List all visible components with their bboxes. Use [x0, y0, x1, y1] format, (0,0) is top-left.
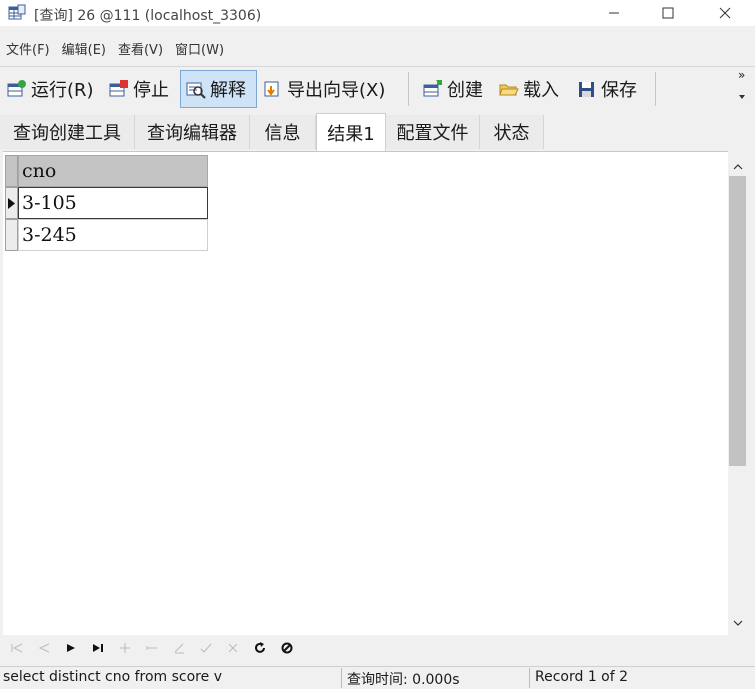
- record-navigator: [3, 636, 728, 660]
- scroll-down-button[interactable]: [728, 612, 747, 634]
- create-button[interactable]: 创建: [418, 70, 492, 108]
- query-window-icon: [8, 4, 26, 22]
- menu-edit[interactable]: 编辑(E): [56, 39, 112, 58]
- menu-file[interactable]: 文件(F): [0, 39, 56, 58]
- tab-label: 信息: [264, 123, 301, 144]
- stop-fetch-button[interactable]: [273, 636, 300, 660]
- toolbar: 运行(R) 停止 解释 导出向导(X) 创建 载入 保存: [0, 70, 755, 110]
- menu-view[interactable]: 查看(V): [112, 39, 169, 58]
- stop-icon: [109, 80, 128, 97]
- save-icon: [579, 82, 594, 97]
- close-button[interactable]: [702, 0, 748, 26]
- row-indicator[interactable]: [5, 219, 18, 251]
- status-sql: select distinct cno from score v: [3, 669, 222, 685]
- minus-icon: [146, 646, 157, 650]
- menu-bar: 文件(F) 编辑(E) 查看(V) 窗口(W): [0, 34, 755, 62]
- grid-corner: [5, 155, 18, 187]
- status-bar: select distinct cno from score v 查询时间: 0…: [0, 666, 755, 688]
- refresh-button[interactable]: [246, 636, 273, 660]
- explain-label: 解释: [210, 80, 246, 101]
- menu-window[interactable]: 窗口(W): [169, 39, 230, 58]
- next-record-icon: [66, 644, 75, 652]
- stop-circle-icon: [281, 642, 292, 654]
- load-button[interactable]: 载入: [494, 70, 568, 108]
- tab-profile[interactable]: 配置文件: [386, 115, 480, 149]
- minimize-button[interactable]: [591, 0, 637, 26]
- tab-label: 结果1: [327, 123, 375, 145]
- prior-record-icon: [38, 643, 49, 653]
- tab-result-1[interactable]: 结果1: [316, 113, 386, 151]
- check-icon: [200, 643, 211, 653]
- chevron-down-icon: [739, 95, 745, 99]
- last-record-button[interactable]: [84, 636, 111, 660]
- export-icon: [264, 81, 279, 97]
- prior-record-button[interactable]: [30, 636, 57, 660]
- run-label: 运行(R): [31, 80, 94, 101]
- window-title: [查询] 26 @111 (localhost_3306): [34, 8, 262, 24]
- run-button[interactable]: 运行(R): [2, 70, 100, 108]
- tab-label: 配置文件: [396, 123, 469, 144]
- menu-separator: [0, 66, 755, 67]
- next-record-button[interactable]: [57, 636, 84, 660]
- maximize-button[interactable]: [645, 0, 691, 26]
- delete-record-button[interactable]: [138, 636, 165, 660]
- cross-icon: [228, 643, 237, 653]
- plus-icon: [119, 643, 130, 653]
- create-label: 创建: [447, 80, 483, 101]
- first-record-button[interactable]: [3, 636, 30, 660]
- status-record: Record 1 of 2: [535, 669, 629, 685]
- grid-cell[interactable]: 3-245: [18, 219, 208, 251]
- row-indicator[interactable]: [5, 187, 18, 219]
- refresh-icon: [254, 642, 265, 653]
- create-icon: [423, 80, 442, 97]
- grid-cell[interactable]: 3-105: [18, 187, 208, 219]
- overflow-label: »: [738, 68, 746, 82]
- explain-button[interactable]: 解释: [180, 70, 257, 108]
- tab-query-editor[interactable]: 查询编辑器: [135, 115, 250, 149]
- close-icon: [719, 7, 731, 19]
- current-row-arrow-icon: [8, 198, 15, 209]
- toolbar-overflow-button[interactable]: »: [738, 68, 746, 103]
- status-divider: [341, 668, 342, 688]
- run-icon: [7, 80, 26, 97]
- save-button[interactable]: 保存: [572, 70, 648, 108]
- edit-icon: [174, 643, 184, 654]
- scroll-up-button[interactable]: [728, 156, 747, 178]
- vertical-scrollbar[interactable]: [728, 152, 747, 634]
- apply-button[interactable]: [192, 636, 219, 660]
- tab-label: 状态: [493, 123, 530, 144]
- chevron-down-icon: [733, 620, 742, 626]
- save-label: 保存: [601, 80, 637, 101]
- tab-query-builder[interactable]: 查询创建工具: [0, 115, 135, 149]
- status-divider: [529, 668, 530, 688]
- toolbar-divider: [408, 72, 409, 106]
- chevron-up-icon: [733, 164, 742, 170]
- tab-label: 查询编辑器: [147, 123, 237, 144]
- scroll-thumb[interactable]: [729, 176, 746, 466]
- load-label: 载入: [523, 80, 559, 101]
- tab-bar: 查询创建工具 查询编辑器 信息 结果1 配置文件 状态: [0, 113, 755, 151]
- maximize-icon: [662, 7, 674, 19]
- minimize-icon: [609, 12, 619, 14]
- tab-status[interactable]: 状态: [480, 115, 544, 149]
- stop-button[interactable]: 停止: [104, 70, 178, 108]
- status-query-time: 查询时间: 0.000s: [347, 672, 460, 688]
- toolbar-divider: [655, 72, 656, 106]
- last-record-icon: [92, 644, 103, 652]
- result-grid-area[interactable]: cno 3-105 3-245: [3, 151, 728, 635]
- insert-record-button[interactable]: [111, 636, 138, 660]
- tab-info[interactable]: 信息: [250, 115, 316, 149]
- stop-label: 停止: [133, 80, 169, 101]
- first-record-icon: [11, 643, 22, 653]
- discard-button[interactable]: [219, 636, 246, 660]
- explain-icon: [186, 82, 206, 99]
- column-header-cno[interactable]: cno: [18, 155, 208, 187]
- title-bar: [查询] 26 @111 (localhost_3306): [0, 0, 755, 26]
- folder-open-icon: [499, 84, 519, 96]
- edit-record-button[interactable]: [165, 636, 192, 660]
- export-wizard-button[interactable]: 导出向导(X): [258, 70, 398, 108]
- export-wizard-label: 导出向导(X): [287, 80, 386, 101]
- tab-label: 查询创建工具: [13, 123, 121, 144]
